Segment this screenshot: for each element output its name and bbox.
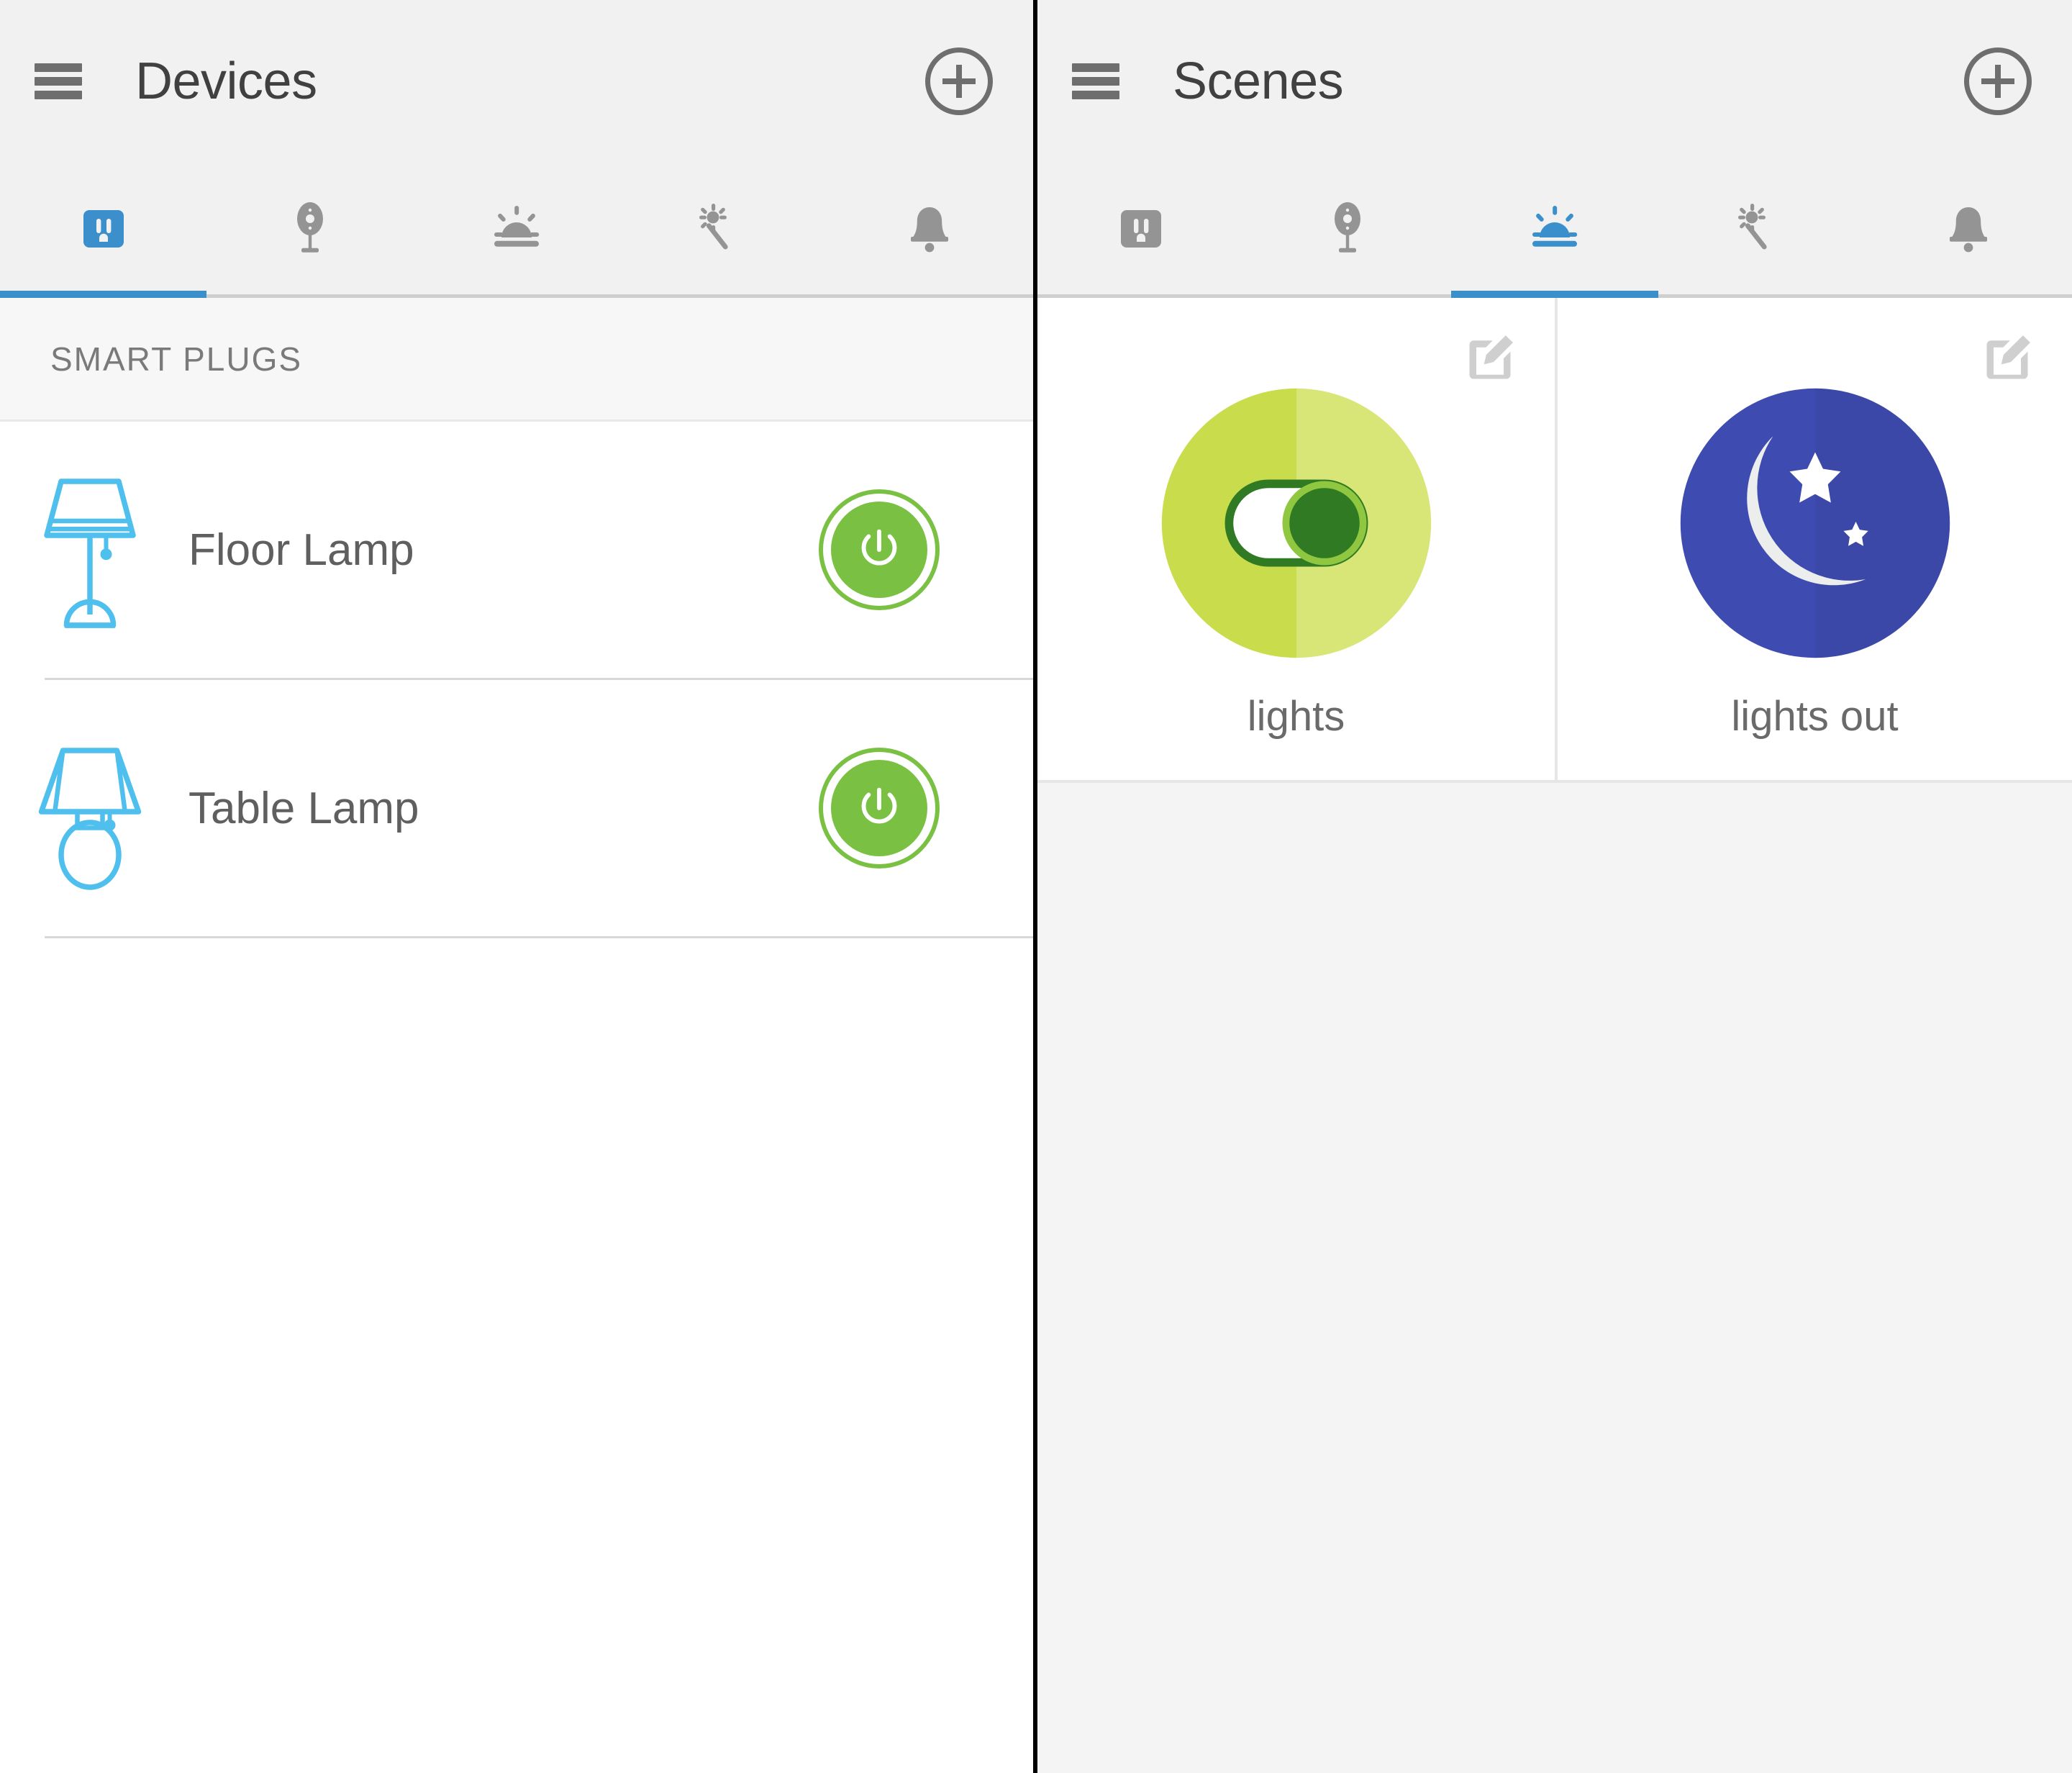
sensor-icon	[296, 201, 323, 253]
scene-tile-lights-out[interactable]: lights out	[1555, 298, 2072, 780]
power-toggle-button[interactable]	[819, 748, 940, 869]
outlet-icon	[1120, 209, 1161, 248]
add-scene-button[interactable]	[1964, 47, 2032, 115]
hamburger-menu-icon[interactable]	[35, 63, 82, 99]
devices-appbar: Devices	[0, 0, 1033, 163]
sensor-icon	[1335, 201, 1361, 253]
tab-sensors[interactable]	[206, 163, 413, 294]
tab-scenes[interactable]	[1451, 163, 1658, 298]
tab-active-underline	[1037, 291, 1245, 298]
power-toggle-button[interactable]	[819, 489, 940, 610]
scene-grid: lights lights out	[1037, 298, 2072, 783]
hamburger-bar	[1072, 77, 1119, 86]
magic-wand-icon	[1737, 203, 1767, 249]
floor-lamp-icon	[0, 460, 180, 640]
tab-alerts[interactable]	[827, 163, 1033, 294]
toggle-on-icon	[1156, 383, 1437, 663]
scene-label: lights out	[1731, 693, 1899, 740]
tab-active-underline	[1658, 291, 1866, 298]
hamburger-bar	[35, 91, 82, 99]
device-name: Floor Lamp	[188, 525, 414, 575]
tab-active-underline	[620, 291, 827, 298]
bell-icon	[911, 207, 949, 252]
sunrise-icon	[494, 205, 540, 247]
power-icon	[831, 760, 927, 856]
devices-tabbar	[0, 163, 1033, 298]
tab-rules[interactable]	[1658, 163, 1866, 294]
tab-scenes[interactable]	[413, 163, 619, 294]
tab-outlets[interactable]	[0, 163, 207, 298]
edit-pencil-icon[interactable]	[1980, 331, 2035, 386]
edit-pencil-icon[interactable]	[1463, 331, 1517, 386]
hamburger-bar	[35, 77, 82, 86]
section-header-smart-plugs: SMART PLUGS	[0, 298, 1033, 422]
hamburger-bar	[1072, 63, 1119, 72]
scenes-appbar: Scenes	[1037, 0, 2072, 163]
section-header-label: SMART PLUGS	[50, 340, 303, 378]
devices-panel: Devices SMART PLUGS Floor Lamp Table Lam…	[0, 0, 1033, 1773]
tab-active-underline	[1865, 291, 2072, 298]
outlet-icon	[83, 209, 124, 248]
scenes-panel: Scenes lights lights out	[1037, 0, 2072, 1773]
sunrise-icon	[1532, 205, 1578, 247]
scene-tile-lights[interactable]: lights	[1037, 298, 1555, 780]
magic-wand-icon	[699, 203, 728, 249]
list-divider	[45, 936, 1033, 938]
tab-alerts[interactable]	[1865, 163, 2072, 294]
tab-sensors[interactable]	[1245, 163, 1452, 294]
tab-outlets[interactable]	[1037, 163, 1245, 294]
tab-active-underline	[413, 291, 619, 298]
table-row[interactable]: Floor Lamp	[0, 422, 1033, 678]
tab-active-underline	[0, 291, 207, 298]
scenes-tabbar	[1037, 163, 2072, 298]
device-list: Floor Lamp Table Lamp	[0, 422, 1033, 938]
bell-icon	[1950, 207, 1988, 252]
table-row[interactable]: Table Lamp	[0, 680, 1033, 936]
device-name: Table Lamp	[188, 783, 419, 833]
hamburger-bar	[35, 63, 82, 72]
add-device-button[interactable]	[925, 47, 993, 115]
hamburger-bar	[1072, 91, 1119, 99]
power-icon	[831, 502, 927, 598]
scene-label: lights	[1247, 693, 1345, 740]
crescent-moon-icon	[1675, 383, 1955, 663]
tab-active-underline	[827, 291, 1033, 298]
hamburger-menu-icon[interactable]	[1072, 63, 1119, 99]
app-screen: Devices SMART PLUGS Floor Lamp Table Lam…	[0, 0, 2072, 1773]
tab-rules[interactable]	[620, 163, 827, 294]
table-lamp-icon	[0, 718, 180, 898]
tab-active-underline	[206, 291, 413, 298]
page-title: Scenes	[1173, 53, 1344, 110]
tab-active-underline	[1245, 291, 1452, 298]
page-title: Devices	[135, 53, 317, 110]
tab-active-underline	[1451, 291, 1658, 298]
scene-area: lights lights out	[1037, 298, 2072, 783]
